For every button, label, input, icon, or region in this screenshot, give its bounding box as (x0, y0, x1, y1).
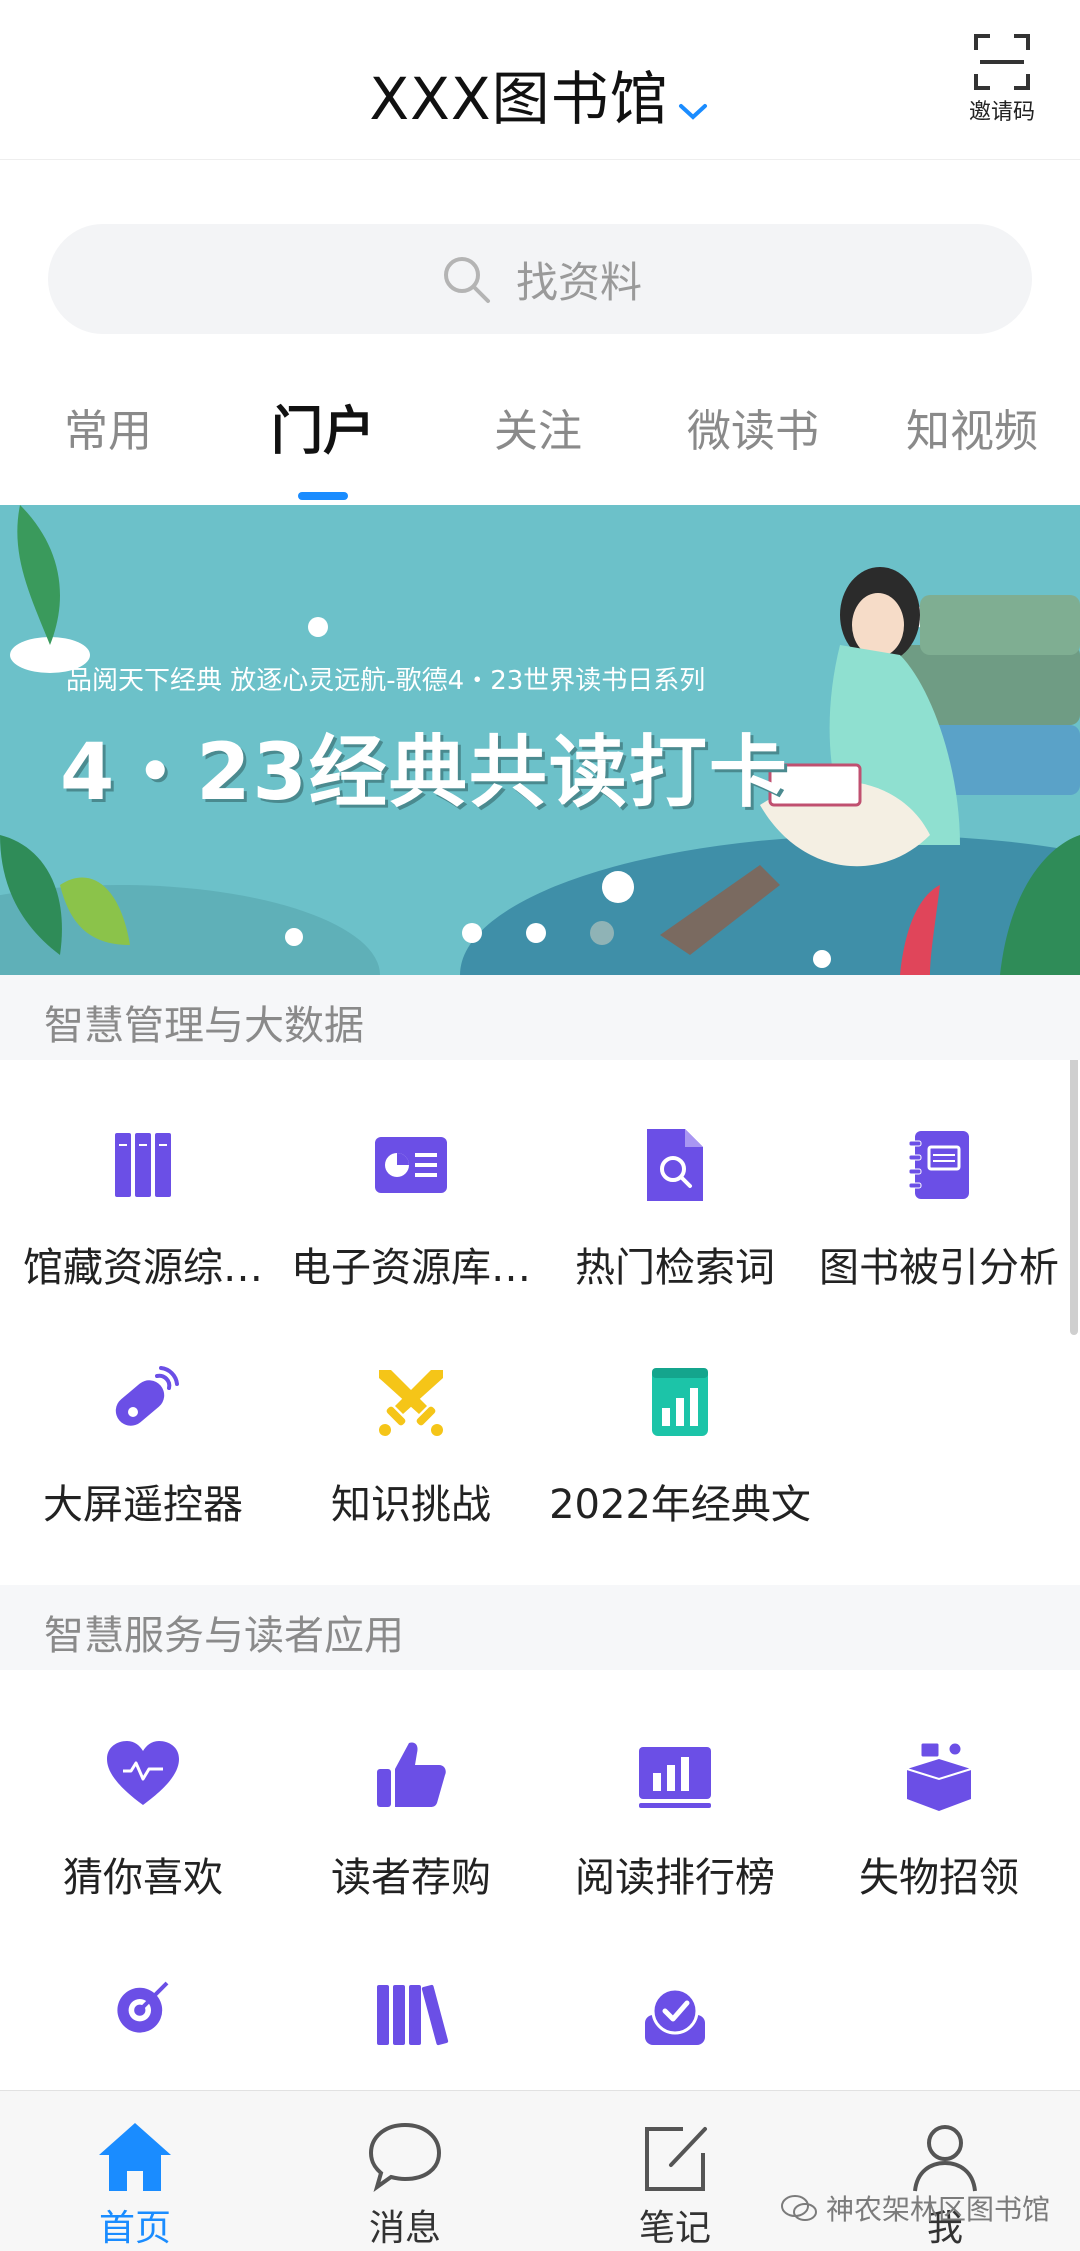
promo-banner[interactable]: 品阅天下经典 放逐心灵远航-歌德4・23世界读书日系列 4・23经典共读打卡 (0, 505, 1080, 975)
app-label: 猜你喜欢 (63, 1855, 223, 1901)
library-switcher[interactable]: XXX图书馆 (0, 52, 1080, 137)
nav-notes[interactable]: 笔记 (600, 2119, 750, 2251)
remote-control-icon (115, 1366, 179, 1426)
banner-subtitle: 品阅天下经典 放逐心灵远航-歌德4・23世界读书日系列 (66, 666, 706, 696)
section-header-smart-management: 智慧管理与大数据 (0, 975, 1080, 1060)
section-title: 智慧服务与读者应用 (44, 1613, 404, 1659)
app-reader-purchase-request[interactable]: 读者荐购 (276, 1735, 546, 1903)
nav-me[interactable]: 我 (870, 2119, 1020, 2251)
check-badge-icon (645, 1987, 705, 2045)
document-search-icon (647, 1129, 703, 1201)
edit-note-icon (645, 2127, 707, 2191)
app-recommendations[interactable]: 猜你喜欢 (8, 1735, 278, 1903)
scan-icon (974, 34, 1030, 90)
banner-title: 4・23经典共读打卡 (60, 728, 789, 818)
active-tab-indicator (298, 492, 348, 500)
tab-knowledge-video[interactable]: 知视频 (872, 395, 1072, 459)
invite-code-button[interactable]: 邀请码 (954, 32, 1050, 126)
app-label: 馆藏资源综… (23, 1245, 263, 1291)
app-2022-classics[interactable]: 2022年经典文 (510, 1362, 850, 1530)
app-target[interactable] (8, 1975, 278, 2039)
pie-chart-card-icon (375, 1137, 447, 1193)
watermark: 神农架林区图书馆 (780, 2188, 1050, 2228)
app-hot-search-terms[interactable]: 热门检索词 (540, 1125, 810, 1293)
tab-bar: 常用 门户 关注 微读书 知视频 (0, 395, 1080, 505)
app-check-badge[interactable] (540, 1975, 810, 2055)
app-lost-and-found[interactable]: 失物招领 (804, 1735, 1074, 1903)
invite-code-label: 邀请码 (968, 100, 1035, 125)
app-label: 大屏遥控器 (43, 1482, 243, 1528)
app-label: 电子资源库… (291, 1245, 531, 1291)
app-screen-remote[interactable]: 大屏遥控器 (8, 1362, 278, 1530)
page-title: XXX图书馆 (369, 65, 669, 133)
thumbs-up-icon (377, 1742, 446, 1807)
app-label: 失物招领 (859, 1855, 1019, 1901)
chevron-down-icon (675, 69, 711, 137)
nav-home[interactable]: 首页 (60, 2119, 210, 2251)
carousel-dot-active[interactable] (590, 921, 614, 945)
carousel-dot[interactable] (526, 923, 546, 943)
carousel-dot[interactable] (462, 923, 482, 943)
tab-portal[interactable]: 门户 (223, 389, 423, 464)
search-bar[interactable]: 找资料 (48, 224, 1032, 334)
ranking-chart-icon (639, 1747, 711, 1808)
chat-bubble-icon (368, 2122, 442, 2192)
section-header-smart-services: 智慧服务与读者应用 (0, 1585, 1080, 1670)
crossed-swords-icon (379, 1370, 443, 1436)
search-placeholder: 找资料 (515, 257, 642, 307)
nav-messages[interactable]: 消息 (330, 2119, 480, 2251)
bookshelf-icon (115, 1133, 171, 1197)
lost-found-box-icon (906, 1742, 972, 1811)
app-citation-analysis[interactable]: 图书被引分析 (804, 1125, 1074, 1293)
tab-micro-reading[interactable]: 微读书 (653, 395, 853, 459)
user-icon (913, 2125, 977, 2192)
app-header: XXX图书馆 邀请码 (0, 0, 1080, 160)
heart-icon (107, 1741, 179, 1805)
app-books[interactable] (276, 1975, 546, 2055)
app-reading-ranking[interactable]: 阅读排行榜 (540, 1735, 810, 1903)
app-label: 图书被引分析 (819, 1245, 1059, 1291)
section-title: 智慧管理与大数据 (44, 1003, 364, 1049)
app-label: 读者荐购 (331, 1855, 491, 1901)
app-knowledge-challenge[interactable]: 知识挑战 (276, 1362, 546, 1530)
books-icon (377, 1984, 449, 2046)
app-label: 2022年经典文 (549, 1482, 811, 1528)
nav-label: 首页 (98, 2208, 171, 2249)
wechat-icon (781, 2195, 817, 2221)
tab-following[interactable]: 关注 (438, 395, 638, 459)
app-label: 阅读排行榜 (575, 1855, 775, 1901)
target-icon (117, 1981, 169, 2033)
search-icon (443, 257, 490, 303)
app-label: 知识挑战 (331, 1482, 491, 1528)
app-e-resources[interactable]: 电子资源库… (276, 1125, 546, 1293)
app-collection-resources[interactable]: 馆藏资源综… (8, 1125, 278, 1293)
carousel-dots (462, 921, 614, 945)
bar-chart-book-icon (652, 1368, 708, 1436)
watermark-text: 神农架林区图书馆 (826, 2193, 1051, 2226)
app-label: 热门检索词 (575, 1245, 775, 1291)
notebook-icon (908, 1131, 969, 1199)
nav-label: 消息 (368, 2208, 441, 2249)
tab-common[interactable]: 常用 (8, 395, 208, 459)
home-icon (99, 2123, 171, 2191)
nav-label: 笔记 (638, 2208, 711, 2249)
